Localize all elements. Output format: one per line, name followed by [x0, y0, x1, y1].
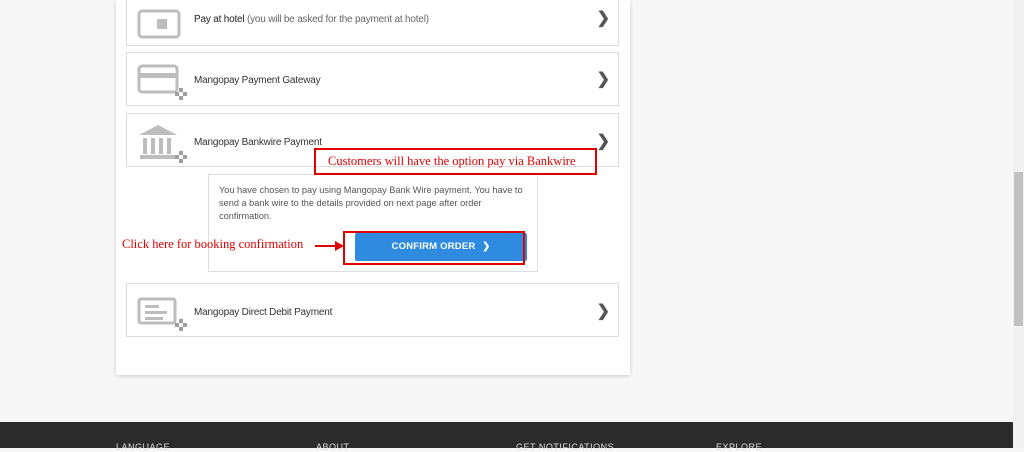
chevron-right-icon: ❯: [596, 10, 610, 27]
annotation-confirm-box: [343, 231, 525, 265]
annotation-bankwire-box: Customers will have the option pay via B…: [314, 148, 597, 175]
footer: LANGUAGE ABOUT GET NOTIFICATIONS EXPLORE: [0, 422, 1024, 452]
chevron-right-icon: ❯: [596, 133, 610, 150]
wallet-icon: [137, 3, 183, 44]
method-label: Pay at hotel: [194, 14, 245, 25]
bank-icon: [137, 123, 193, 170]
scrollbar-thumb[interactable]: [1014, 172, 1023, 326]
scrollbar[interactable]: [1013, 0, 1024, 448]
bankwire-info-text: You have chosen to pay using Mangopay Ba…: [219, 185, 523, 221]
annotation-bankwire-text: Customers will have the option pay via B…: [328, 154, 576, 168]
method-label: Mangopay Direct Debit Payment: [194, 307, 333, 318]
footer-heading-language: LANGUAGE: [116, 442, 171, 452]
footer-heading-about: ABOUT: [316, 442, 350, 452]
payment-method-mangopay-direct-debit[interactable]: Mangopay Direct Debit Payment ❯: [126, 283, 619, 337]
annotation-confirm-text: Click here for booking confirmation: [122, 237, 304, 251]
credit-card-icon: [137, 62, 193, 107]
payment-method-pay-at-hotel[interactable]: Pay at hotel (you will be asked for the …: [126, 0, 619, 46]
method-label: Mangopay Bankwire Payment: [194, 137, 322, 148]
direct-debit-icon: [137, 293, 193, 338]
chevron-right-icon: ❯: [596, 303, 610, 320]
annotation-arrow-icon: [315, 241, 344, 251]
method-note: (you will be asked for the payment at ho…: [244, 14, 429, 25]
method-label: Mangopay Payment Gateway: [194, 75, 321, 86]
footer-heading-notifications: GET NOTIFICATIONS: [516, 442, 615, 452]
chevron-right-icon: ❯: [596, 71, 610, 88]
payment-method-mangopay-gateway[interactable]: Mangopay Payment Gateway ❯: [126, 52, 619, 106]
footer-heading-explore: EXPLORE: [716, 442, 763, 452]
